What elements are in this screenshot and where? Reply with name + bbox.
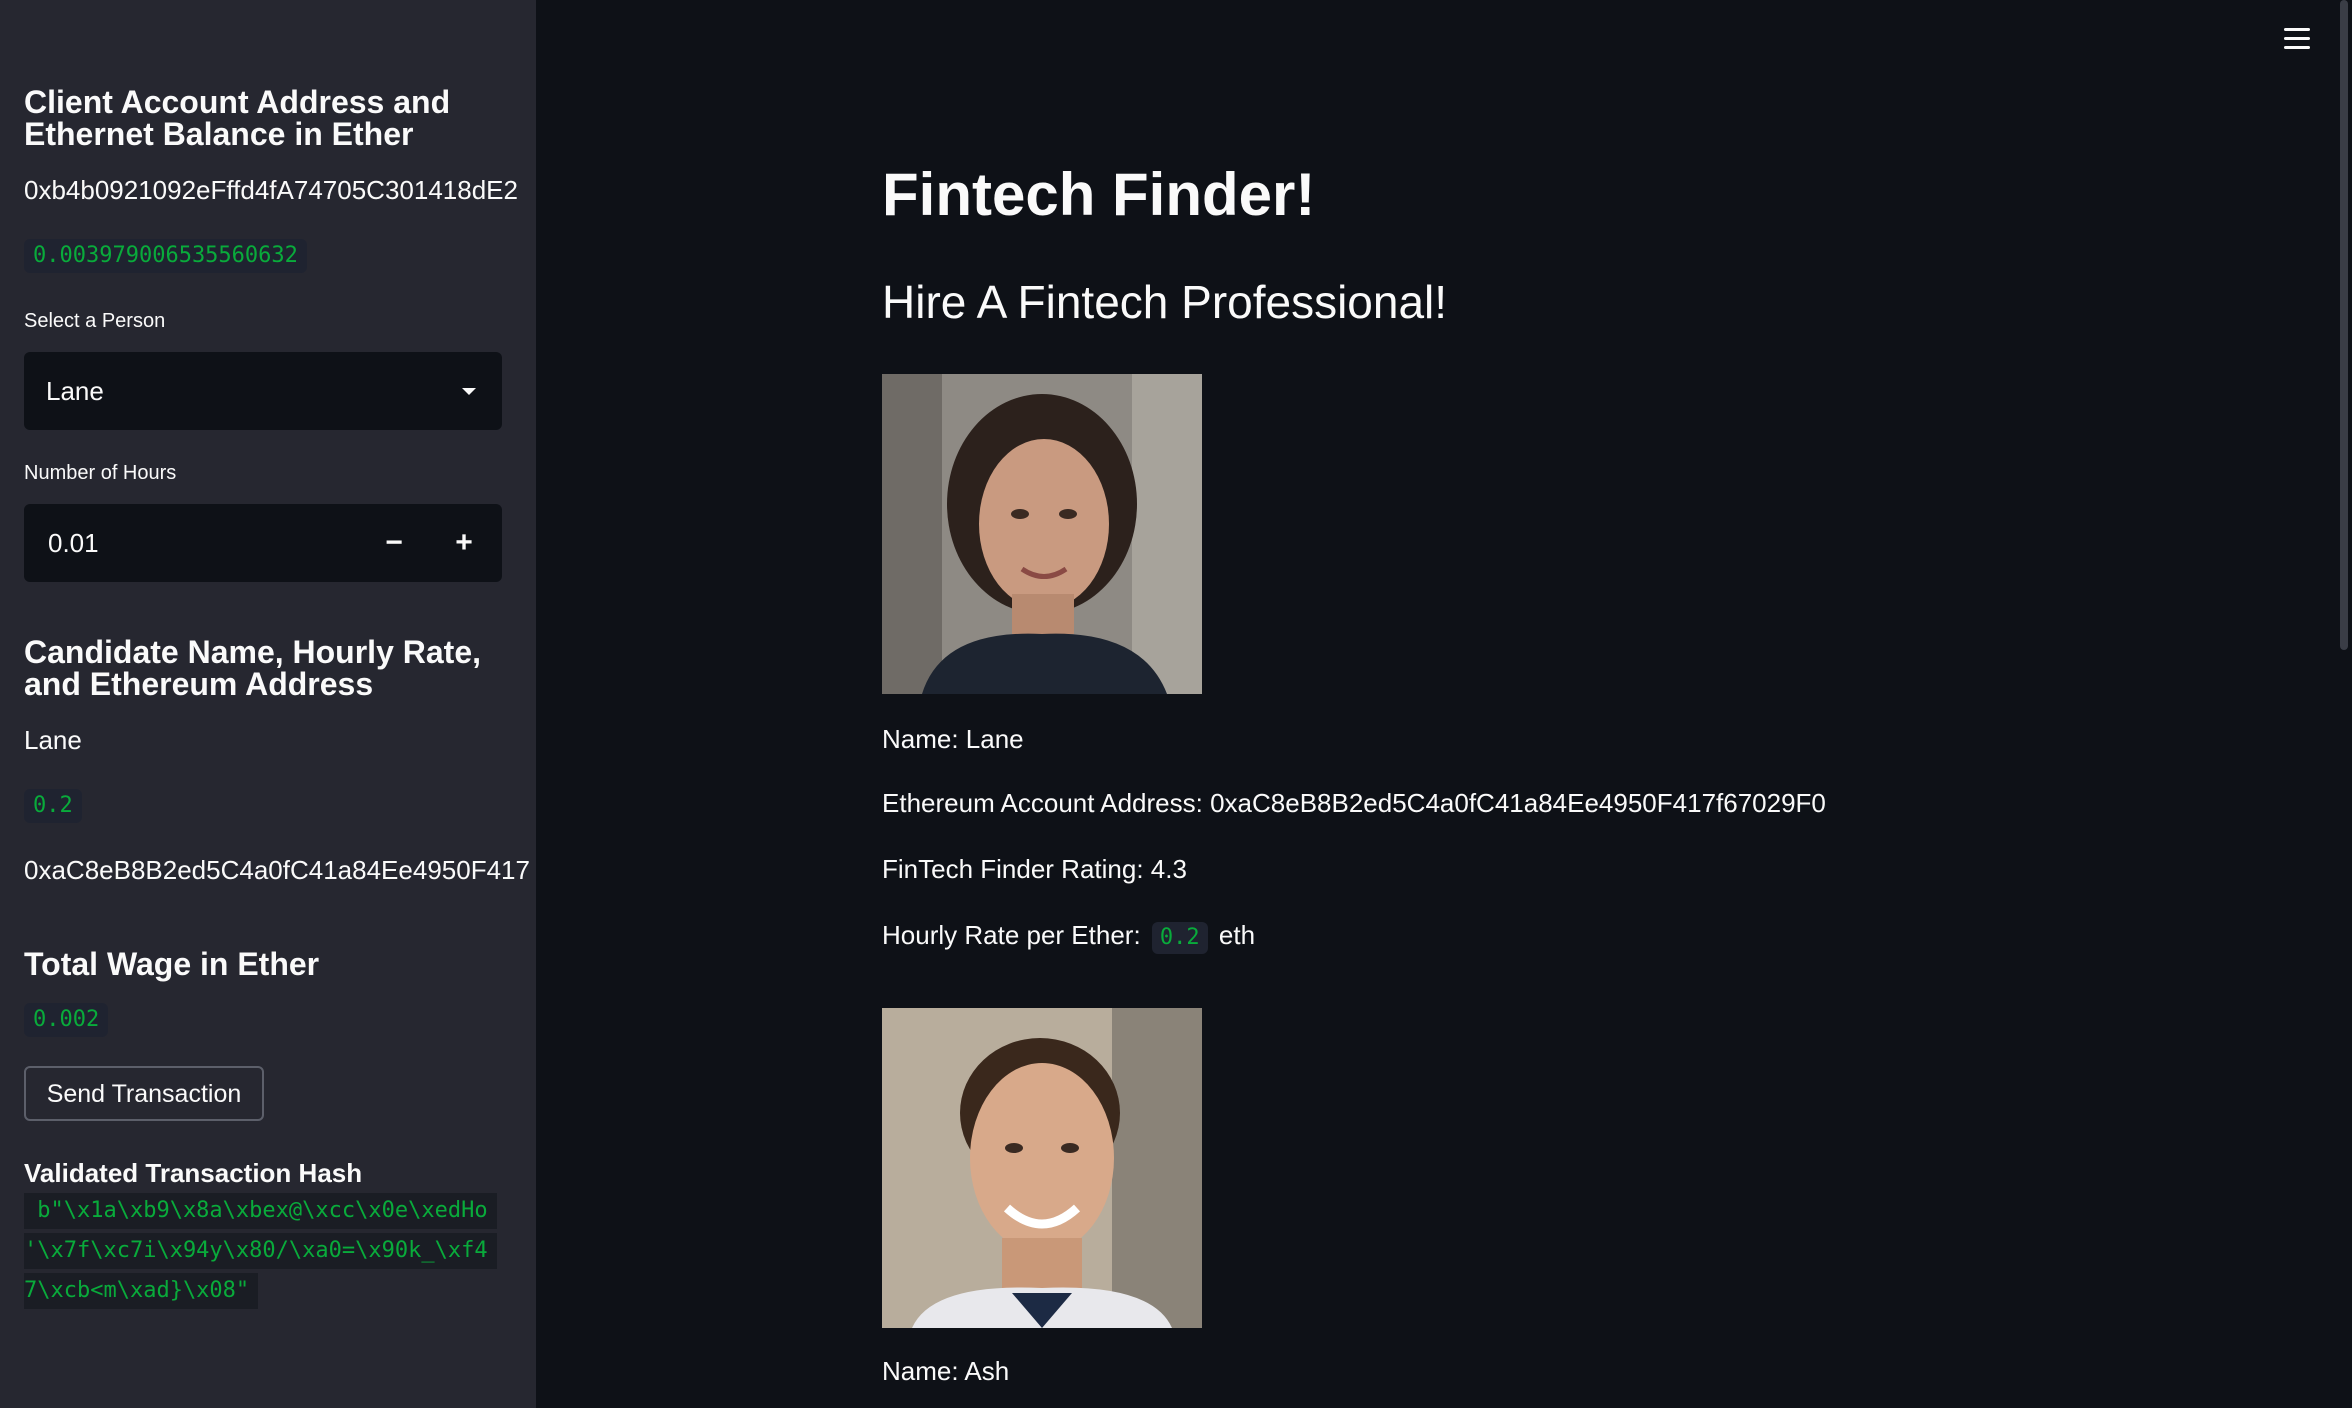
balance-value: 0.003979006535560632 <box>24 239 307 273</box>
candidate-photo-ash <box>882 1008 1202 1328</box>
hamburger-menu-icon[interactable] <box>2284 28 2310 50</box>
page-title: Fintech Finder! <box>882 161 1316 228</box>
wage-heading: Total Wage in Ether <box>24 946 320 982</box>
select-person-label: Select a Person <box>24 310 166 332</box>
hours-input[interactable]: 0.01 <box>48 504 99 582</box>
scrollbar[interactable] <box>2340 0 2348 650</box>
candidate-name: Lane <box>24 725 82 755</box>
page-subtitle: Hire A Fintech Professional! <box>882 276 1448 328</box>
send-transaction-button[interactable]: Send Transaction <box>24 1066 264 1121</box>
candidate-heading: Candidate Name, Hourly Rate, and Ethereu… <box>24 634 481 702</box>
candidate-rate: 0.2 <box>24 789 82 823</box>
increment-button[interactable]: + <box>434 504 494 582</box>
candidate-name: Name: Lane <box>882 724 1024 754</box>
hours-stepper[interactable]: 0.01 − + <box>24 504 502 582</box>
main-content: Fintech Finder! Hire A Fintech Professio… <box>536 0 2352 1408</box>
candidate-photo-lane <box>882 374 1202 694</box>
hash-heading: Validated Transaction Hash <box>24 1158 363 1188</box>
select-person-value: Lane <box>46 376 104 406</box>
candidate-address: Ethereum Account Address: 0xaC8eB8B2ed5C… <box>882 788 1826 818</box>
account-address: 0xb4b0921092eFffd4fA74705C301418dE2 <box>24 175 518 205</box>
candidate-hourly-rate: Hourly Rate per Ether: 0.2 eth <box>882 918 1255 954</box>
sidebar: Client Account Address and Ethernet Bala… <box>0 0 536 1408</box>
rate-prefix: Hourly Rate per Ether: <box>882 920 1141 950</box>
decrement-button[interactable]: − <box>364 504 424 582</box>
chevron-down-icon <box>462 388 476 395</box>
wage-value: 0.002 <box>24 1003 109 1037</box>
candidate-rating: FinTech Finder Rating: 4.3 <box>882 854 1187 884</box>
candidate-name: Name: Ash <box>882 1356 1010 1386</box>
hash-line: '\x7f\xc7i\x94y\x80/\xa0=\x90k_\xf4 <box>24 1233 497 1269</box>
hash-line: 7\xcb<m\xad}\x08" <box>24 1273 259 1309</box>
hours-label: Number of Hours <box>24 462 177 484</box>
hash-line: b"\x1a\xb9\x8a\xbex@\xcc\x0e\xedHo <box>24 1193 497 1229</box>
rate-suffix: eth <box>1218 920 1256 950</box>
candidate-address: 0xaC8eB8B2ed5C4a0fC41a84Ee4950F417 <box>24 855 530 885</box>
account-heading: Client Account Address and Ethernet Bala… <box>24 84 451 152</box>
select-person-dropdown[interactable]: Lane <box>24 352 502 430</box>
rate-value: 0.2 <box>1151 922 1208 954</box>
